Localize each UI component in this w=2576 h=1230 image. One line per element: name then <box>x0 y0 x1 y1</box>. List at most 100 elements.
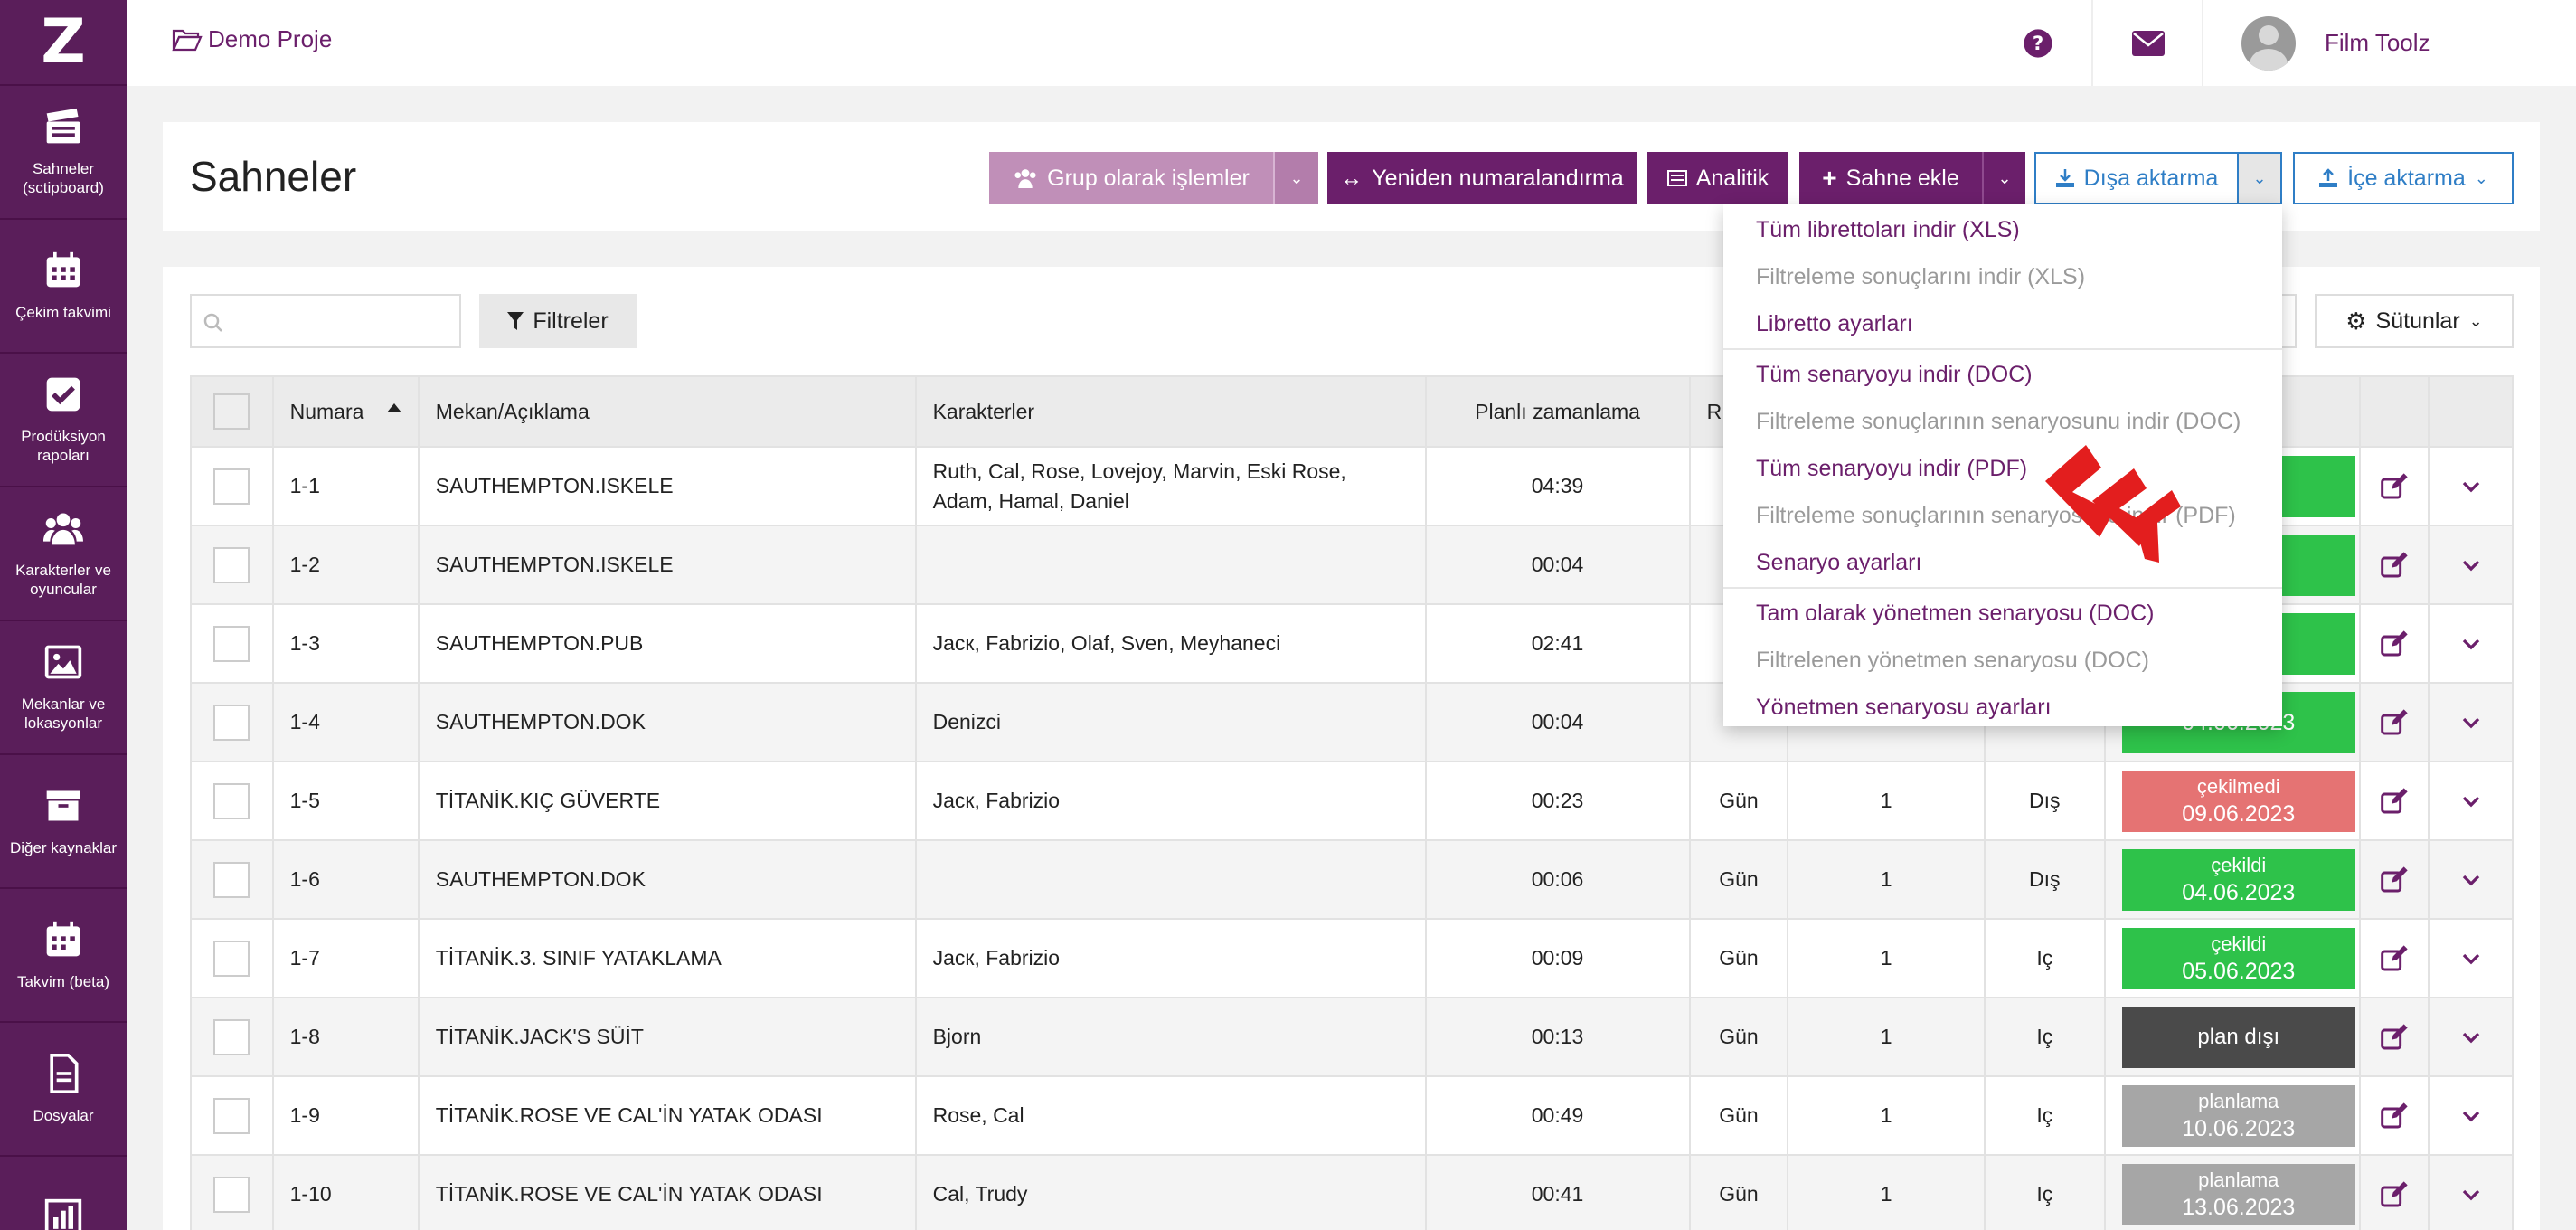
row-checkbox[interactable] <box>213 625 250 662</box>
sidebar-item-locations[interactable]: Mekanlar ve lokasyonlar <box>0 621 127 755</box>
row-checkbox[interactable] <box>213 940 250 977</box>
menu-item-director-script-doc[interactable]: Tam olarak yönetmen senaryosu (DOC) <box>1723 590 2282 637</box>
table-row[interactable]: 1-6 SAUTHEMPTON.DOK 00:06 Gün 1 Dış çekildi 04.… <box>190 839 2514 920</box>
edit-button[interactable] <box>2358 603 2430 684</box>
row-select-cell[interactable] <box>190 1154 274 1230</box>
row-checkbox[interactable] <box>213 546 250 583</box>
sidebar-item-scenes[interactable]: Sahneler (sctipboard) <box>0 86 127 220</box>
menu-item-script-settings[interactable]: Senaryo ayarları <box>1723 539 2282 586</box>
expand-row-button[interactable] <box>2428 839 2514 920</box>
analytics-button[interactable]: Analitik <box>1647 152 1788 204</box>
scene-int-ext: Iç <box>1983 1075 2106 1156</box>
edit-button[interactable] <box>2358 682 2430 762</box>
select-all-checkbox[interactable] <box>213 393 250 430</box>
sidebar-item-production-reports[interactable]: Prodüksiyon rapoları <box>0 354 127 487</box>
row-select-cell[interactable] <box>190 682 274 762</box>
row-select-cell[interactable] <box>190 761 274 841</box>
row-select-cell[interactable] <box>190 1075 274 1156</box>
edit-button[interactable] <box>2358 1075 2430 1156</box>
expand-row-button[interactable] <box>2428 1075 2514 1156</box>
menu-item-download-filtered-script-doc[interactable]: Filtreleme sonuçlarının senaryosunu indi… <box>1723 398 2282 445</box>
expand-row-button[interactable] <box>2428 997 2514 1077</box>
scene-number: 1-8 <box>271 997 420 1077</box>
edit-button[interactable] <box>2358 918 2430 998</box>
menu-item-director-script-settings[interactable]: Yönetmen senaryosu ayarları <box>1723 684 2282 731</box>
calendar-icon <box>46 251 80 287</box>
expand-row-button[interactable] <box>2428 1154 2514 1230</box>
columns-button[interactable]: ⚙ Sütunlar ⌄ <box>2315 294 2514 348</box>
group-operations-button[interactable]: Grup olarak işlemler <box>989 152 1273 204</box>
col-header-characters[interactable]: Karakterler <box>914 375 1427 448</box>
sidebar-item-analytics[interactable] <box>0 1157 127 1230</box>
col-header-location[interactable]: Mekan/Açıklama <box>417 375 917 448</box>
col-header-planned-timing[interactable]: Planlı zamanlama <box>1424 375 1691 448</box>
row-checkbox[interactable] <box>213 1097 250 1134</box>
add-scene-button[interactable]: + Sahne ekle <box>1799 152 1982 204</box>
expand-row-button[interactable] <box>2428 525 2514 605</box>
edit-button[interactable] <box>2358 446 2430 526</box>
scene-location: TİTANİK.KIÇ GÜVERTE <box>417 761 917 841</box>
row-select-cell[interactable] <box>190 839 274 920</box>
row-select-cell[interactable] <box>190 446 274 526</box>
expand-row-button[interactable] <box>2428 761 2514 841</box>
sidebar-item-other-resources[interactable]: Diğer kaynaklar <box>0 755 127 889</box>
search-input[interactable] <box>190 294 461 348</box>
group-operations-dropdown[interactable]: ⌄ <box>1273 152 1318 204</box>
messages-button[interactable] <box>2095 0 2203 86</box>
edit-button[interactable] <box>2358 839 2430 920</box>
menu-item-download-script-pdf[interactable]: Tüm senaryoyu indir (PDF) <box>1723 445 2282 492</box>
row-select-cell[interactable] <box>190 603 274 684</box>
table-row[interactable]: 1-5 TİTANİK.KIÇ GÜVERTE Jacк, Fabrizio 00:2… <box>190 761 2514 841</box>
sidebar-item-calendar-beta[interactable]: Takvim (beta) <box>0 889 127 1023</box>
sidebar-item-characters[interactable]: Karakterler ve oyuncular <box>0 487 127 621</box>
expand-row-button[interactable] <box>2428 446 2514 526</box>
user-menu[interactable]: Film Toolz <box>2222 0 2430 86</box>
chevron-down-icon <box>2462 953 2479 964</box>
row-select-cell[interactable] <box>190 997 274 1077</box>
export-dropdown-toggle[interactable]: ⌄ <box>2237 152 2282 204</box>
export-button[interactable]: Dışa aktarma <box>2034 152 2239 204</box>
menu-item-download-filtered-xls[interactable]: Filtreleme sonuçlarını indir (XLS) <box>1723 253 2282 300</box>
menu-item-filtered-director-script-doc[interactable]: Filtrelenen yönetmen senaryosu (DOC) <box>1723 637 2282 684</box>
sidebar-item-shooting-schedule[interactable]: Çekim takvimi <box>0 220 127 354</box>
row-checkbox[interactable] <box>213 704 250 741</box>
menu-item-download-script-doc[interactable]: Tüm senaryoyu indir (DOC) <box>1723 351 2282 398</box>
expand-row-button[interactable] <box>2428 918 2514 998</box>
select-all-cell[interactable] <box>190 375 274 448</box>
row-select-cell[interactable] <box>190 525 274 605</box>
row-checkbox[interactable] <box>213 861 250 898</box>
col-header-number[interactable]: Numara <box>271 375 420 448</box>
help-button[interactable]: ? <box>1985 0 2093 86</box>
import-button[interactable]: İçe aktarma ⌄ <box>2293 152 2514 204</box>
expand-row-button[interactable] <box>2428 603 2514 684</box>
menu-item-download-filtered-script-pdf[interactable]: Filtreleme sonuçlarının senaryosunu indi… <box>1723 492 2282 539</box>
edit-button[interactable] <box>2358 761 2430 841</box>
app-logo[interactable]: Z <box>0 0 127 86</box>
sidebar-item-files[interactable]: Dosyalar <box>0 1023 127 1157</box>
table-row[interactable]: 1-7 TİTANİK.3. SINIF YATAKLAMA Jacк, Fabri… <box>190 918 2514 998</box>
row-checkbox[interactable] <box>213 1018 250 1055</box>
add-scene-dropdown[interactable]: ⌄ <box>1982 152 2025 204</box>
table-row[interactable]: 1-9 TİTANİK.ROSE VE CAL'İN YATAK ODASI Ros… <box>190 1075 2514 1156</box>
row-select-cell[interactable] <box>190 918 274 998</box>
table-row[interactable]: 1-10 TİTANİK.ROSE VE CAL'İN YATAK ODASI Ca… <box>190 1154 2514 1230</box>
scene-status-cell: planlama 10.06.2023 <box>2103 1075 2361 1156</box>
row-checkbox[interactable] <box>213 468 250 505</box>
menu-item-libretto-settings[interactable]: Libretto ayarları <box>1723 300 2282 347</box>
scene-int-ext: Iç <box>1983 918 2106 998</box>
row-checkbox[interactable] <box>213 1176 250 1213</box>
project-link[interactable]: Demo Proje <box>172 25 332 53</box>
edit-button[interactable] <box>2358 1154 2430 1230</box>
edit-button[interactable] <box>2358 525 2430 605</box>
menu-item-download-all-libretto-xls[interactable]: Tüm librettoları indir (XLS) <box>1723 206 2282 253</box>
filters-button[interactable]: Filtreler <box>479 294 637 348</box>
table-row[interactable]: 1-8 TİTANİK.JACK'S SÜİT Bjorn 00:13 Gün 1 Iç pl… <box>190 997 2514 1077</box>
scene-characters: Ruth, Cal, Rose, Lovejoy, Marvin, Eski R… <box>914 446 1427 526</box>
edit-button[interactable] <box>2358 997 2430 1077</box>
row-checkbox[interactable] <box>213 782 250 819</box>
scene-location: TİTANİK.ROSE VE CAL'İN YATAK ODASI <box>417 1075 917 1156</box>
status-label: çekilmedi <box>2196 774 2280 798</box>
click-cursor-icon <box>2045 445 2181 563</box>
renumber-button[interactable]: ↔ Yeniden numaralandırma <box>1327 152 1637 204</box>
expand-row-button[interactable] <box>2428 682 2514 762</box>
